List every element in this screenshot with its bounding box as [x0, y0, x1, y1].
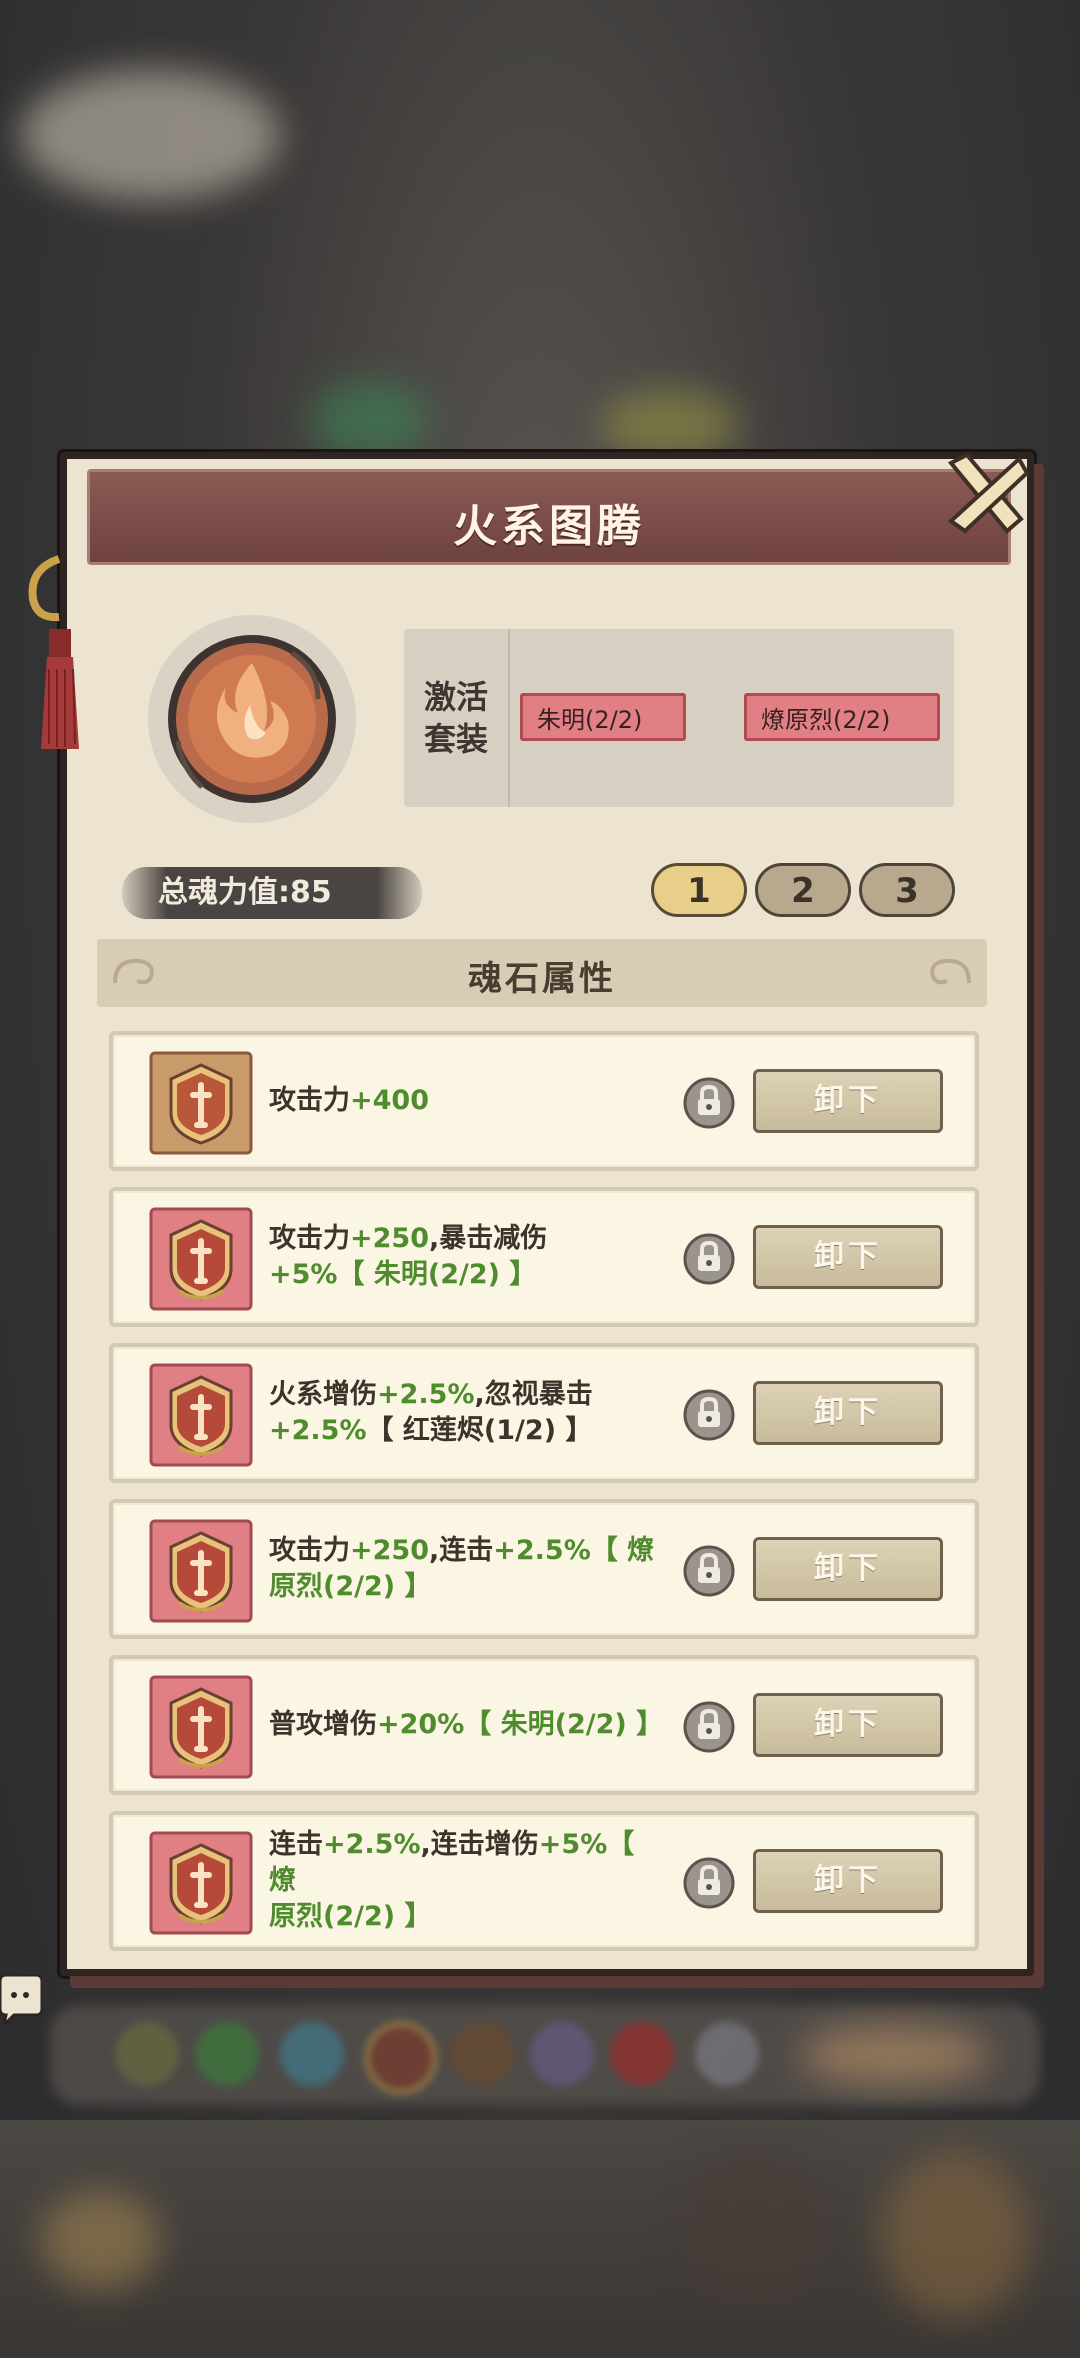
lock-icon[interactable]: [683, 1389, 735, 1441]
soul-stone-attributes: 连击+2.5%,连击增伤+5%【 燎原烈(2/2) 】: [269, 1829, 635, 1932]
page-tab-1[interactable]: 1: [651, 863, 747, 917]
set-tag-liaoyuanlie[interactable]: 燎原烈(2/2): [744, 693, 940, 741]
lock-icon[interactable]: [683, 1233, 735, 1285]
tassel-decoration: [28, 555, 79, 749]
lock-icon[interactable]: [683, 1857, 735, 1909]
unequip-button[interactable]: 卸下: [753, 1849, 943, 1913]
section-title: 魂石属性: [468, 959, 616, 999]
soul-stone-row: 火系增伤+2.5%,忽视暴击 +2.5%【 红莲烬(1/2) 】 卸下: [109, 1343, 979, 1483]
soul-stone-row: 攻击力+400 卸下: [109, 1031, 979, 1171]
fire-totem-panel: 火系图腾 激活 套装 朱明(2/2) 燎原烈(2/2) 总魂力值:85 1 2 …: [28, 452, 1034, 1976]
chat-bubble-icon[interactable]: [0, 1975, 42, 2025]
soul-stone-icon[interactable]: [149, 1051, 253, 1155]
close-icon[interactable]: [937, 445, 1033, 541]
soul-stone-attributes: 攻击力+250,暴击减伤 +5%【 朱明(2/2) 】: [269, 1223, 548, 1290]
soul-stone-attributes: 火系增伤+2.5%,忽视暴击 +2.5%【 红莲烬(1/2) 】: [269, 1379, 593, 1446]
swirl-ornament-icon: [930, 958, 971, 985]
active-set-box: 激活 套装 朱明(2/2) 燎原烈(2/2): [404, 629, 954, 807]
total-soul-power: 总魂力值:85: [122, 867, 422, 919]
active-set-label: 激活 套装: [423, 678, 488, 758]
panel-header: 火系图腾: [87, 469, 1011, 565]
soul-stone-row: 普攻增伤+20%【 朱明(2/2) 】 卸下: [109, 1655, 979, 1795]
unequip-button[interactable]: 卸下: [753, 1537, 943, 1601]
soul-stone-icon[interactable]: [149, 1831, 253, 1935]
soul-stone-icon[interactable]: [149, 1363, 253, 1467]
soul-stone-row: 攻击力+250,连击+2.5%【 燎原烈(2/2) 】 卸下: [109, 1499, 979, 1639]
soul-stone-icon[interactable]: [149, 1675, 253, 1779]
fire-emblem-icon: [148, 615, 356, 823]
soul-stone-attributes: 攻击力+250,连击+2.5%【 燎原烈(2/2) 】: [269, 1535, 655, 1602]
panel-title: 火系图腾: [453, 501, 645, 552]
soul-stone-row: 攻击力+250,暴击减伤 +5%【 朱明(2/2) 】 卸下: [109, 1187, 979, 1327]
soul-stone-icon[interactable]: [149, 1207, 253, 1311]
page-tab-3[interactable]: 3: [859, 863, 955, 917]
unequip-button[interactable]: 卸下: [753, 1069, 943, 1133]
soul-stone-icon[interactable]: [149, 1519, 253, 1623]
unequip-button[interactable]: 卸下: [753, 1381, 943, 1445]
set-tag-zhuming[interactable]: 朱明(2/2): [520, 693, 686, 741]
soul-stone-attributes: 普攻增伤+20%【 朱明(2/2) 】: [269, 1709, 664, 1740]
section-header: 魂石属性: [97, 939, 987, 1007]
lock-icon[interactable]: [683, 1077, 735, 1129]
lock-icon[interactable]: [683, 1701, 735, 1753]
soul-stone-attributes: 攻击力+400: [269, 1085, 429, 1116]
lock-icon[interactable]: [683, 1545, 735, 1597]
unequip-button[interactable]: 卸下: [753, 1225, 943, 1289]
unequip-button[interactable]: 卸下: [753, 1693, 943, 1757]
page-tab-2[interactable]: 2: [755, 863, 851, 917]
soul-stone-row: 连击+2.5%,连击增伤+5%【 燎原烈(2/2) 】 卸下: [109, 1811, 979, 1951]
divider: [508, 629, 510, 807]
